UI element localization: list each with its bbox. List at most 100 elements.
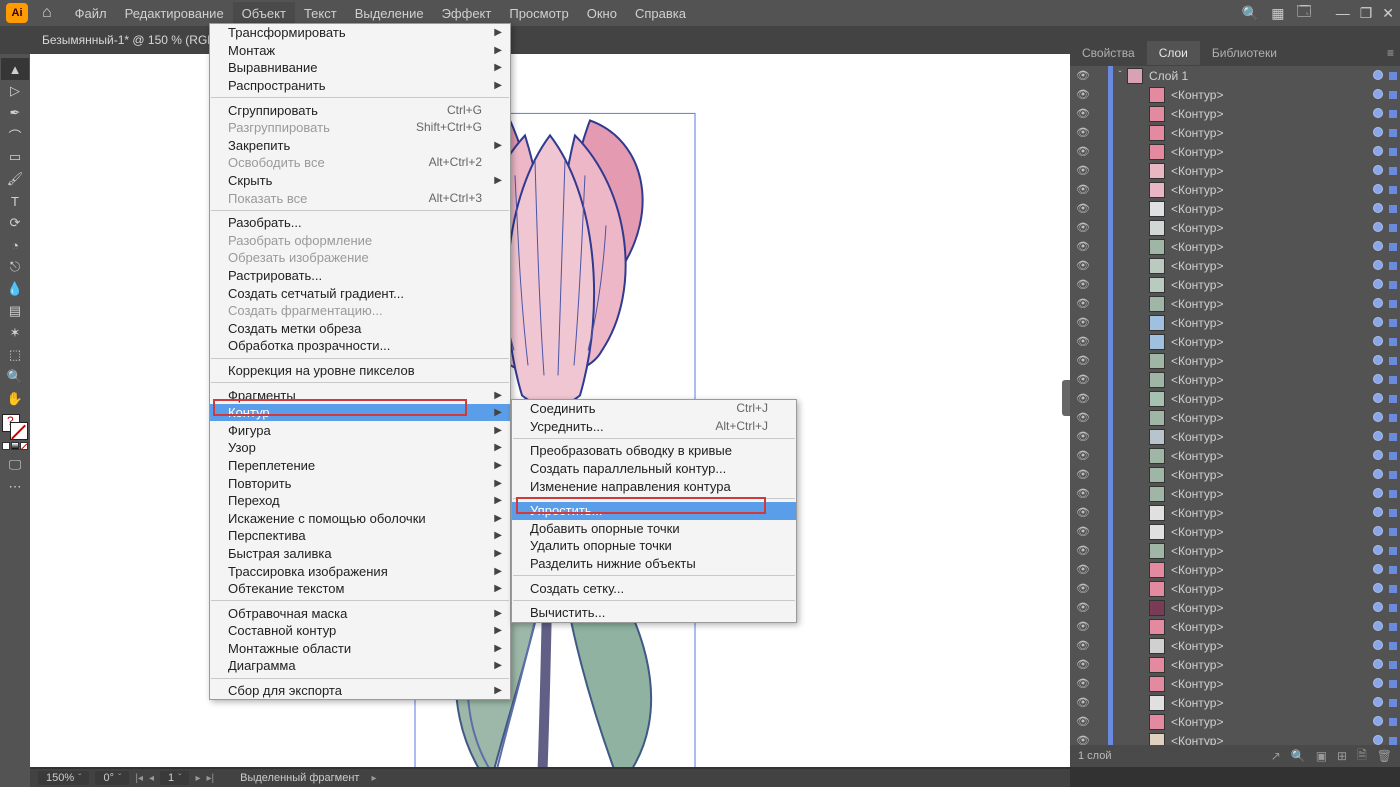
- home-icon[interactable]: ⌂: [42, 4, 52, 22]
- visibility-icon[interactable]: 👁: [1070, 107, 1096, 120]
- menu-item[interactable]: Добавить опорные точки: [512, 520, 796, 538]
- visibility-icon[interactable]: 👁: [1070, 240, 1096, 253]
- visibility-icon[interactable]: 👁: [1070, 430, 1096, 443]
- layers-panel[interactable]: 👁ˇСлой 1👁<Контур>👁<Контур>👁<Контур>👁<Кон…: [1070, 66, 1400, 745]
- visibility-icon[interactable]: 👁: [1070, 259, 1096, 272]
- layer-row[interactable]: 👁<Контур>: [1070, 313, 1400, 332]
- menu-item[interactable]: Перспектива▶: [210, 527, 510, 545]
- layer-row[interactable]: 👁<Контур>: [1070, 522, 1400, 541]
- menu-item[interactable]: Обработка прозрачности...: [210, 337, 510, 355]
- visibility-icon[interactable]: 👁: [1070, 373, 1096, 386]
- zoom-tool[interactable]: 🔍: [1, 366, 29, 388]
- visibility-icon[interactable]: 👁: [1070, 582, 1096, 595]
- prev-artboard-icon[interactable]: ◂: [149, 773, 154, 784]
- menu-item[interactable]: Трансформировать▶: [210, 24, 510, 42]
- edit-toolbar[interactable]: ⋯: [1, 476, 29, 498]
- layer-row[interactable]: 👁<Контур>: [1070, 408, 1400, 427]
- screen-mode-tool[interactable]: 🖵: [1, 454, 29, 476]
- menu-item[interactable]: Изменение направления контура: [512, 477, 796, 495]
- layer-row[interactable]: 👁<Контур>: [1070, 351, 1400, 370]
- new-sublayer-icon[interactable]: ⊞: [1337, 749, 1347, 763]
- panel-menu-icon[interactable]: ≡: [1387, 46, 1394, 60]
- visibility-icon[interactable]: 👁: [1070, 354, 1096, 367]
- layer-row-top[interactable]: 👁ˇСлой 1: [1070, 66, 1400, 85]
- visibility-icon[interactable]: 👁: [1070, 411, 1096, 424]
- layer-row[interactable]: 👁<Контур>: [1070, 275, 1400, 294]
- close-icon[interactable]: ✕: [1382, 5, 1394, 22]
- visibility-icon[interactable]: 👁: [1070, 620, 1096, 633]
- symbol-sprayer-tool[interactable]: ✶: [1, 322, 29, 344]
- menu-item[interactable]: Разобрать...: [210, 214, 510, 232]
- layer-row[interactable]: 👁<Контур>: [1070, 712, 1400, 731]
- menu-объект[interactable]: Объект: [233, 2, 295, 25]
- menu-item[interactable]: Переплетение▶: [210, 457, 510, 475]
- menu-item[interactable]: Создать параллельный контур...: [512, 460, 796, 478]
- layer-row[interactable]: 👁<Контур>: [1070, 104, 1400, 123]
- menu-справка[interactable]: Справка: [626, 2, 695, 25]
- layer-row[interactable]: 👁<Контур>: [1070, 731, 1400, 745]
- menu-item[interactable]: Трассировка изображения▶: [210, 562, 510, 580]
- pen-tool[interactable]: ✒: [1, 102, 29, 124]
- artboard-tool[interactable]: ⬚: [1, 344, 29, 366]
- paintbrush-tool[interactable]: 🖌: [1, 168, 29, 190]
- visibility-icon[interactable]: 👁: [1070, 126, 1096, 139]
- menu-item[interactable]: Вычистить...: [512, 604, 796, 622]
- menu-item[interactable]: Распространить▶: [210, 77, 510, 95]
- menu-item[interactable]: СгруппироватьCtrl+G: [210, 101, 510, 119]
- menu-текст[interactable]: Текст: [295, 2, 346, 25]
- visibility-icon[interactable]: 👁: [1070, 183, 1096, 196]
- next-artboard-icon[interactable]: ▸: [195, 773, 200, 784]
- layer-row[interactable]: 👁<Контур>: [1070, 617, 1400, 636]
- arrange-docs-icon[interactable]: ▦: [1271, 5, 1284, 22]
- rectangle-tool[interactable]: ▭: [1, 146, 29, 168]
- layer-row[interactable]: 👁<Контур>: [1070, 332, 1400, 351]
- clipping-mask-icon[interactable]: ▣: [1316, 749, 1327, 763]
- layer-row[interactable]: 👁<Контур>: [1070, 598, 1400, 617]
- menu-item[interactable]: Создать сетчатый градиент...: [210, 284, 510, 302]
- menu-item[interactable]: Обтравочная маска▶: [210, 604, 510, 622]
- layer-row[interactable]: 👁<Контур>: [1070, 503, 1400, 522]
- menu-item[interactable]: Диаграмма▶: [210, 657, 510, 675]
- selection-tool[interactable]: ▲: [1, 58, 29, 80]
- menu-item[interactable]: Коррекция на уровне пикселов: [210, 362, 510, 380]
- layer-row[interactable]: 👁<Контур>: [1070, 294, 1400, 313]
- panel-tab-2[interactable]: Библиотеки: [1200, 41, 1289, 65]
- doc-tab[interactable]: Безымянный-1* @ 150 % (RGB/П: [32, 33, 237, 47]
- rotate-field[interactable]: 0° ˇ: [95, 771, 129, 785]
- layer-row[interactable]: 👁<Контур>: [1070, 579, 1400, 598]
- visibility-icon[interactable]: 👁: [1070, 297, 1096, 310]
- first-artboard-icon[interactable]: |◂: [135, 773, 143, 784]
- menu-item[interactable]: Быстрая заливка▶: [210, 545, 510, 563]
- visibility-icon[interactable]: 👁: [1070, 696, 1096, 709]
- layer-row[interactable]: 👁<Контур>: [1070, 427, 1400, 446]
- visibility-icon[interactable]: 👁: [1070, 715, 1096, 728]
- menu-item[interactable]: Растрировать...: [210, 267, 510, 285]
- visibility-icon[interactable]: 👁: [1070, 392, 1096, 405]
- visibility-icon[interactable]: 👁: [1070, 449, 1096, 462]
- restore-icon[interactable]: ❐: [1360, 5, 1373, 22]
- menu-item[interactable]: Сбор для экспорта▶: [210, 682, 510, 700]
- visibility-icon[interactable]: 👁: [1070, 278, 1096, 291]
- menu-item[interactable]: Искажение с помощью оболочки▶: [210, 509, 510, 527]
- menu-редактирование[interactable]: Редактирование: [116, 2, 233, 25]
- menu-item[interactable]: Монтаж▶: [210, 42, 510, 60]
- visibility-icon[interactable]: 👁: [1070, 544, 1096, 557]
- layer-row[interactable]: 👁<Контур>: [1070, 693, 1400, 712]
- visibility-icon[interactable]: 👁: [1070, 601, 1096, 614]
- visibility-icon[interactable]: 👁: [1070, 221, 1096, 234]
- layer-row[interactable]: 👁<Контур>: [1070, 142, 1400, 161]
- artboard-field[interactable]: 1 ˇ: [160, 771, 189, 785]
- menu-item[interactable]: Монтажные области▶: [210, 640, 510, 658]
- menu-item[interactable]: Разделить нижние объекты: [512, 555, 796, 573]
- menu-эффект[interactable]: Эффект: [433, 2, 501, 25]
- menu-item[interactable]: Обтекание текстом▶: [210, 580, 510, 598]
- panel-tab-0[interactable]: Свойства: [1070, 41, 1147, 65]
- visibility-icon[interactable]: 👁: [1070, 525, 1096, 538]
- layer-row[interactable]: 👁<Контур>: [1070, 161, 1400, 180]
- type-tool[interactable]: T: [1, 190, 29, 212]
- visibility-icon[interactable]: 👁: [1070, 487, 1096, 500]
- visibility-icon[interactable]: 👁: [1070, 316, 1096, 329]
- layer-row[interactable]: 👁<Контур>: [1070, 655, 1400, 674]
- delete-layer-icon[interactable]: 🗑: [1377, 749, 1392, 763]
- layer-row[interactable]: 👁<Контур>: [1070, 674, 1400, 693]
